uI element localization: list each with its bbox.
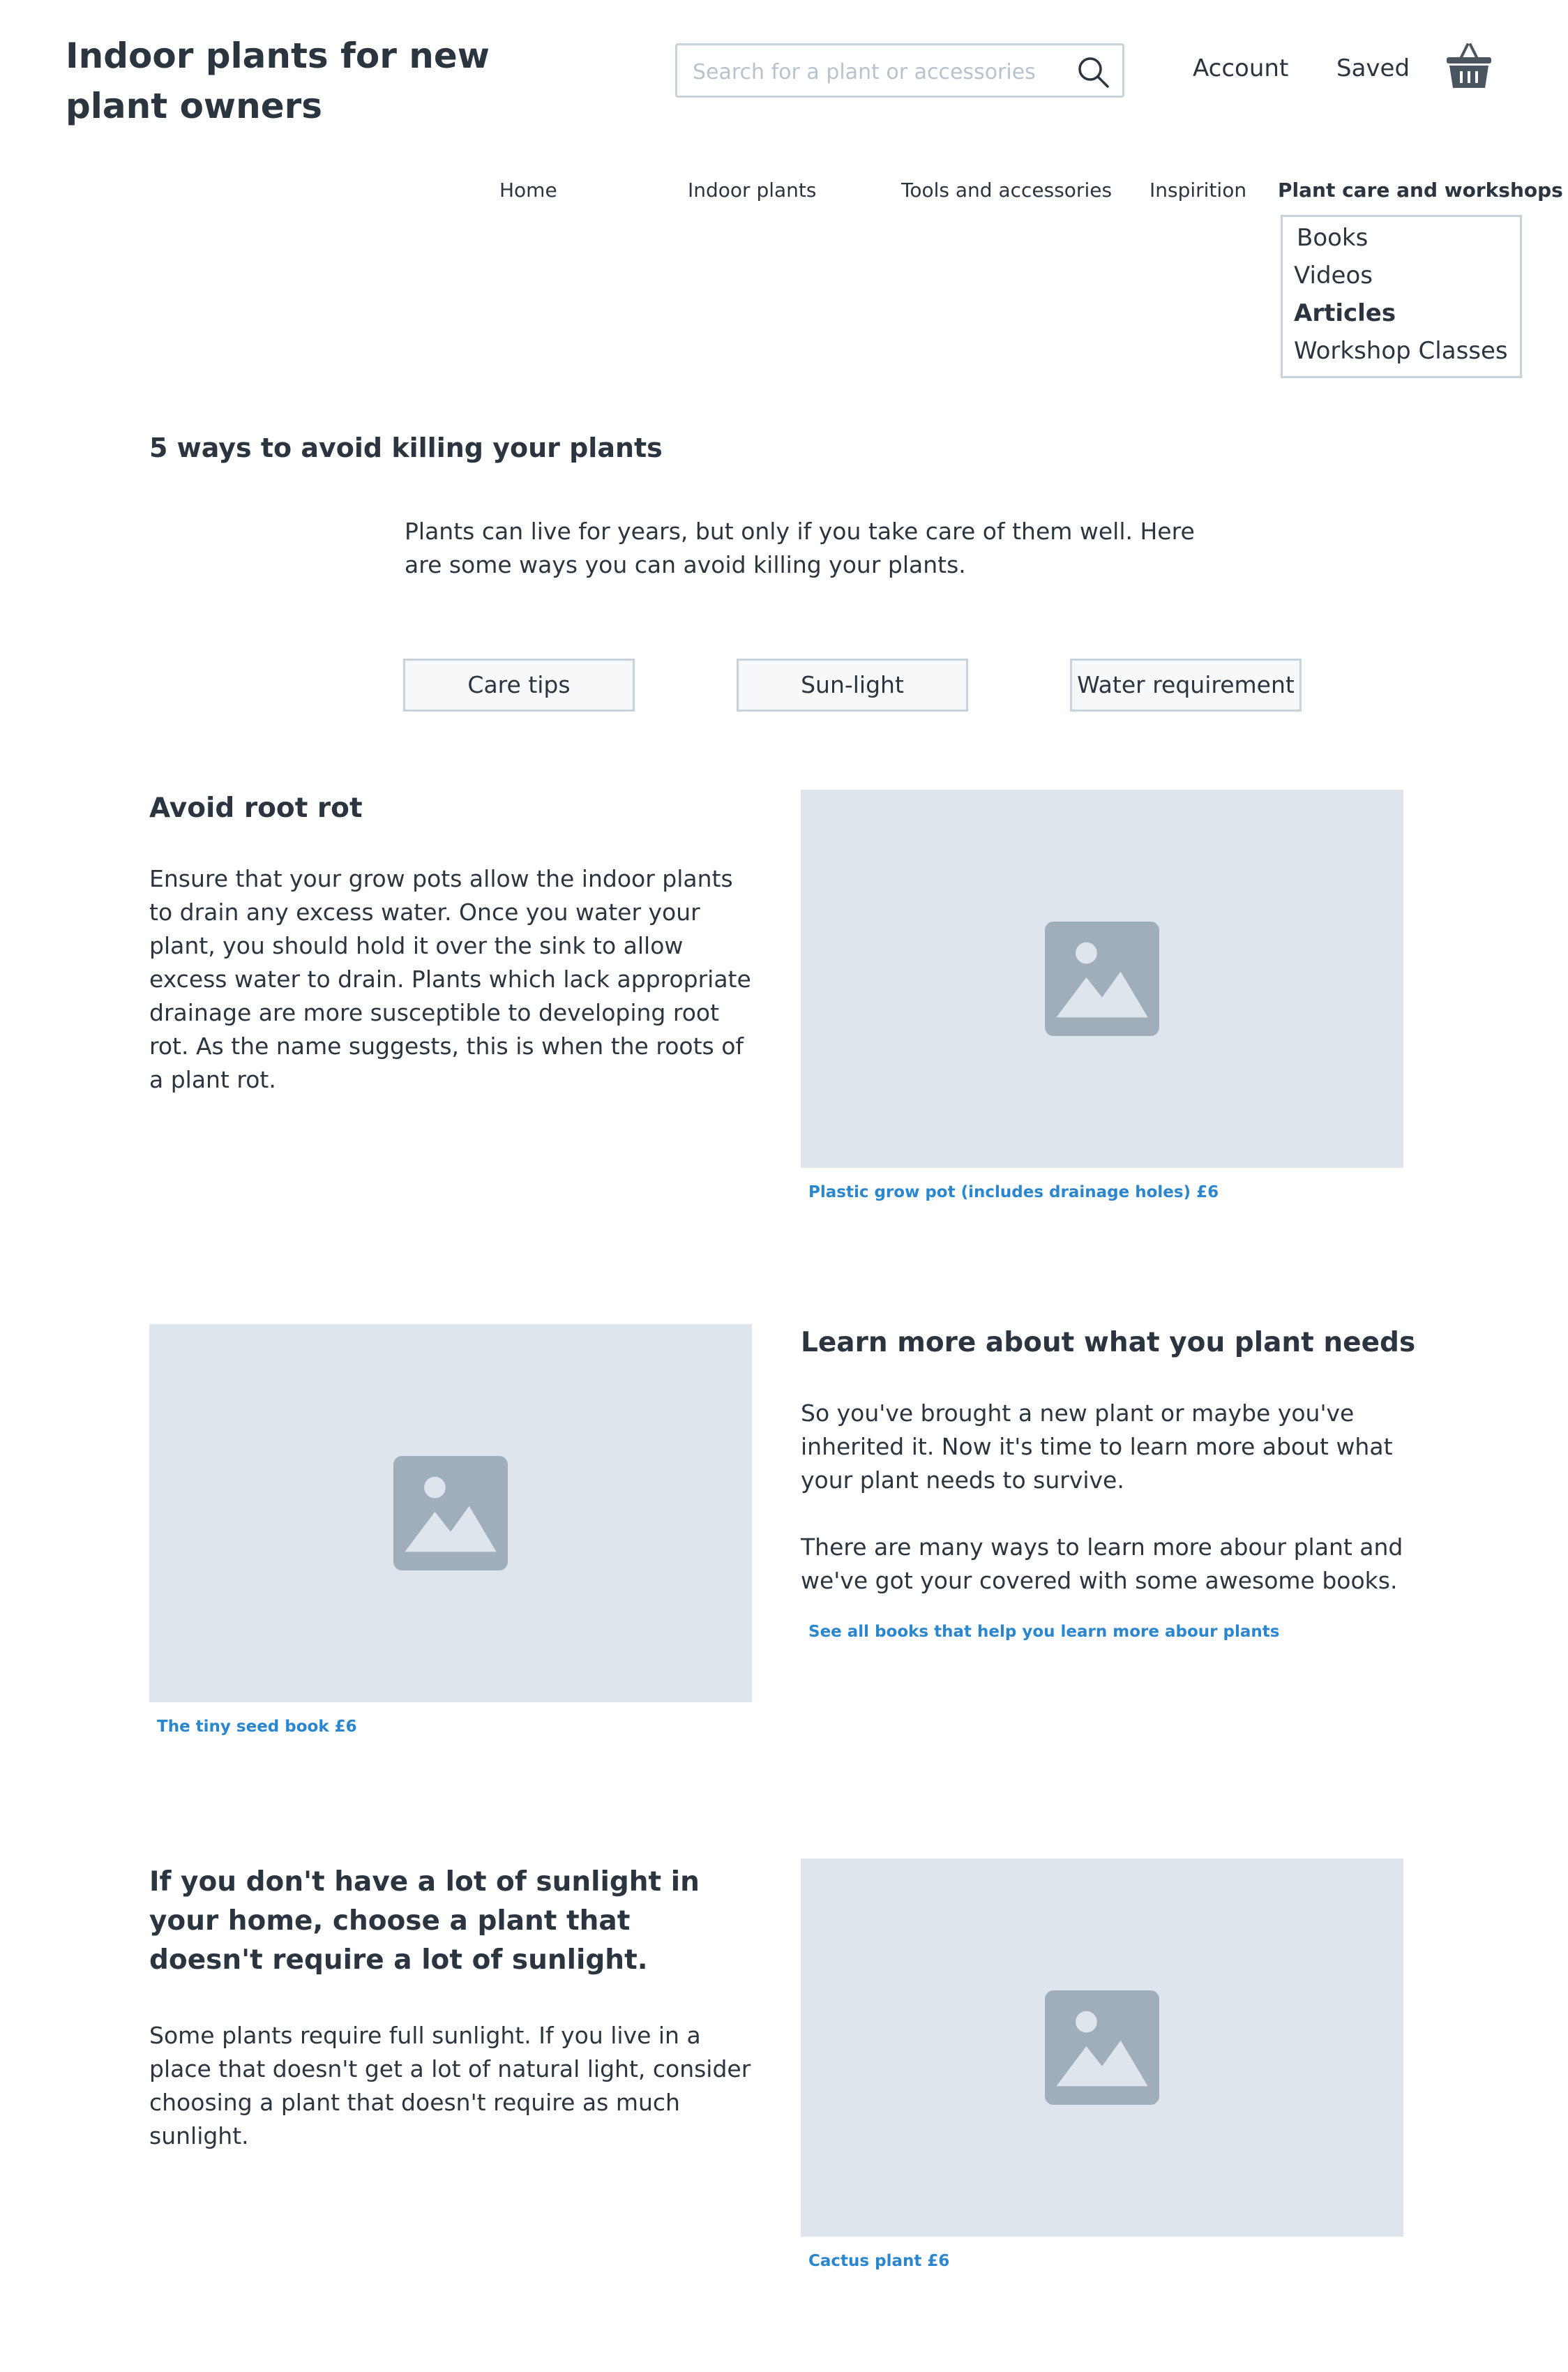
plant-care-dropdown-menu: Books Videos Articles Workshop Classes <box>1281 215 1522 378</box>
section-text-sunlight: Some plants require full sunlight. If yo… <box>149 2022 751 2149</box>
product-link-grow-pot[interactable]: Plastic grow pot (includes drainage hole… <box>808 1183 1219 1201</box>
section-text-books: There are many ways to learn more abour … <box>801 1533 1403 1594</box>
nav-tools-accessories[interactable]: Tools and accessories <box>901 179 1112 202</box>
tag-care-tips-button[interactable]: Care tips <box>403 659 635 712</box>
section-text-root-rot: Ensure that your grow pots allow the ind… <box>149 865 751 1093</box>
dropdown-item-books[interactable]: Books <box>1297 224 1368 252</box>
see-all-books-link[interactable]: See all books that help you learn more a… <box>808 1623 1279 1641</box>
nav-plant-care-workshops[interactable]: Plant care and workshops <box>1278 179 1563 202</box>
section-heading-plant-needs: Learn more about what you plant needs <box>801 1327 1416 1358</box>
search-input[interactable] <box>691 54 1057 90</box>
image-placeholder <box>801 790 1403 1168</box>
image-placeholder-icon <box>1045 1990 1159 2105</box>
search-bar[interactable] <box>675 43 1124 98</box>
dropdown-item-videos[interactable]: Videos <box>1294 262 1373 290</box>
image-placeholder-icon <box>1045 922 1159 1036</box>
saved-link[interactable]: Saved <box>1336 54 1410 82</box>
section-text-plant-needs: So you've brought a new plant or maybe y… <box>801 1399 1393 1494</box>
image-placeholder <box>801 1859 1403 2237</box>
section-heading-root-rot: Avoid root rot <box>149 793 363 824</box>
basket-icon[interactable] <box>1445 40 1493 91</box>
image-placeholder <box>149 1324 752 1702</box>
account-link[interactable]: Account <box>1193 54 1288 82</box>
article-title: 5 ways to avoid killing your plants <box>149 433 663 463</box>
section-heading-sunlight: If you don't have a lot of sunlight in y… <box>149 1866 700 1976</box>
dropdown-item-workshop-classes[interactable]: Workshop Classes <box>1294 337 1508 365</box>
tag-water-requirement-button[interactable]: Water requirement <box>1070 659 1302 712</box>
site-title: Indoor plants for new plant owners <box>66 36 490 126</box>
nav-indoor-plants[interactable]: Indoor plants <box>688 179 816 202</box>
tag-sun-light-button[interactable]: Sun-light <box>737 659 968 712</box>
nav-inspiration[interactable]: Inspirition <box>1149 179 1246 202</box>
dropdown-item-articles[interactable]: Articles <box>1294 299 1396 327</box>
product-link-cactus-plant[interactable]: Cactus plant £6 <box>808 2252 949 2270</box>
nav-home[interactable]: Home <box>499 179 557 202</box>
product-link-tiny-seed-book[interactable]: The tiny seed book £6 <box>157 1718 357 1736</box>
search-icon[interactable] <box>1076 55 1110 89</box>
image-placeholder-icon <box>393 1456 508 1570</box>
article-intro: Plants can live for years, but only if y… <box>405 518 1195 578</box>
